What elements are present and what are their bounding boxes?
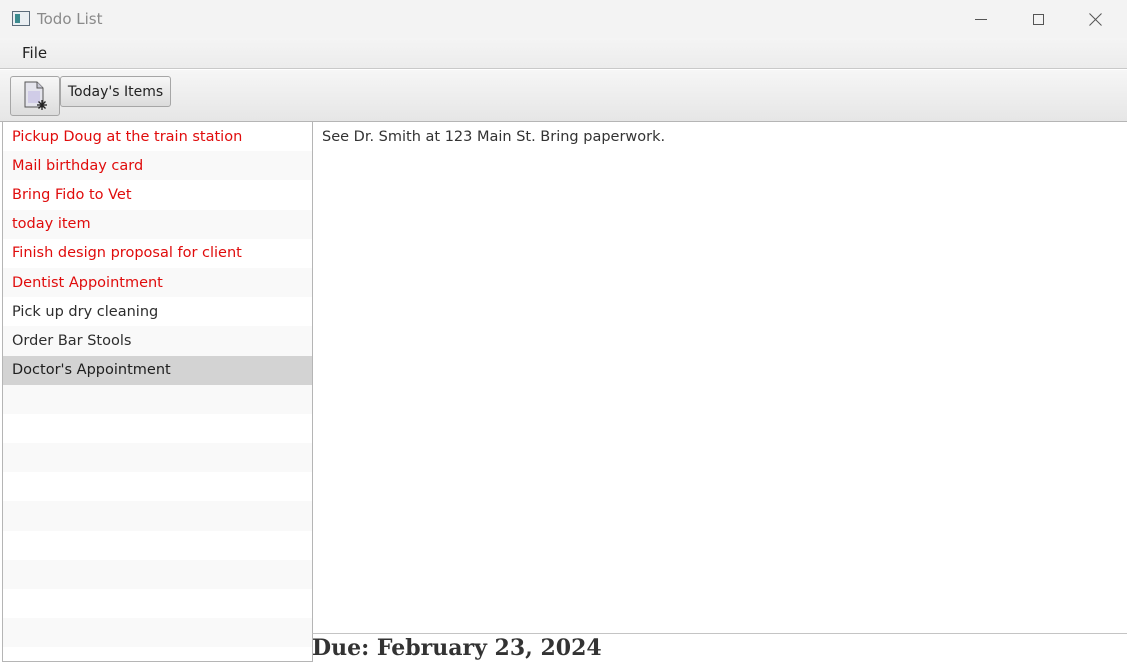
title-bar: Todo List [0, 0, 1127, 38]
empty-list-row [3, 414, 312, 443]
app-icon [12, 11, 30, 26]
maximize-button[interactable] [1015, 0, 1061, 38]
todo-list-item[interactable]: Dentist Appointment [3, 267, 312, 298]
todo-list: Pickup Doug at the train station Mail bir… [2, 122, 313, 662]
todo-list-item[interactable]: today item [3, 209, 312, 239]
detail-pane[interactable]: See Dr. Smith at 123 Main St. Bring pape… [312, 122, 1127, 634]
minimize-icon [975, 18, 987, 20]
empty-list-row [3, 384, 312, 414]
close-icon [1089, 12, 1103, 26]
empty-list-row [3, 443, 312, 473]
empty-list-row [3, 559, 312, 589]
empty-list-row [3, 589, 312, 618]
todo-list-item[interactable]: Doctor's Appointment [3, 355, 312, 385]
todo-list-item[interactable]: Pick up dry cleaning [3, 297, 312, 326]
window-title: Todo List [37, 10, 103, 28]
new-document-icon [24, 81, 47, 110]
menu-file[interactable]: File [13, 44, 56, 62]
close-button[interactable] [1073, 0, 1119, 38]
empty-list-row [3, 618, 312, 648]
maximize-icon [1032, 13, 1044, 25]
todo-list-item[interactable]: Finish design proposal for client [3, 239, 312, 268]
detail-text: See Dr. Smith at 123 Main St. Bring pape… [322, 129, 666, 145]
toolbar: Today's Items [0, 70, 1127, 122]
empty-list-row [3, 472, 312, 501]
menu-bar: File [0, 38, 1127, 69]
todo-list-item[interactable]: Pickup Doug at the train station [3, 122, 312, 151]
new-item-button[interactable] [10, 76, 60, 116]
todays-items-button[interactable]: Today's Items [60, 76, 171, 107]
empty-list-row [3, 531, 312, 560]
minimize-button[interactable] [958, 0, 1004, 38]
todo-list-item[interactable]: Order Bar Stools [3, 326, 312, 356]
empty-list-row [3, 647, 312, 661]
due-date-label: Due: February 23, 2024 [312, 635, 602, 661]
empty-list-row [3, 501, 312, 531]
todo-list-item[interactable]: Bring Fido to Vet [3, 180, 312, 209]
todo-list-item[interactable]: Mail birthday card [3, 151, 312, 181]
